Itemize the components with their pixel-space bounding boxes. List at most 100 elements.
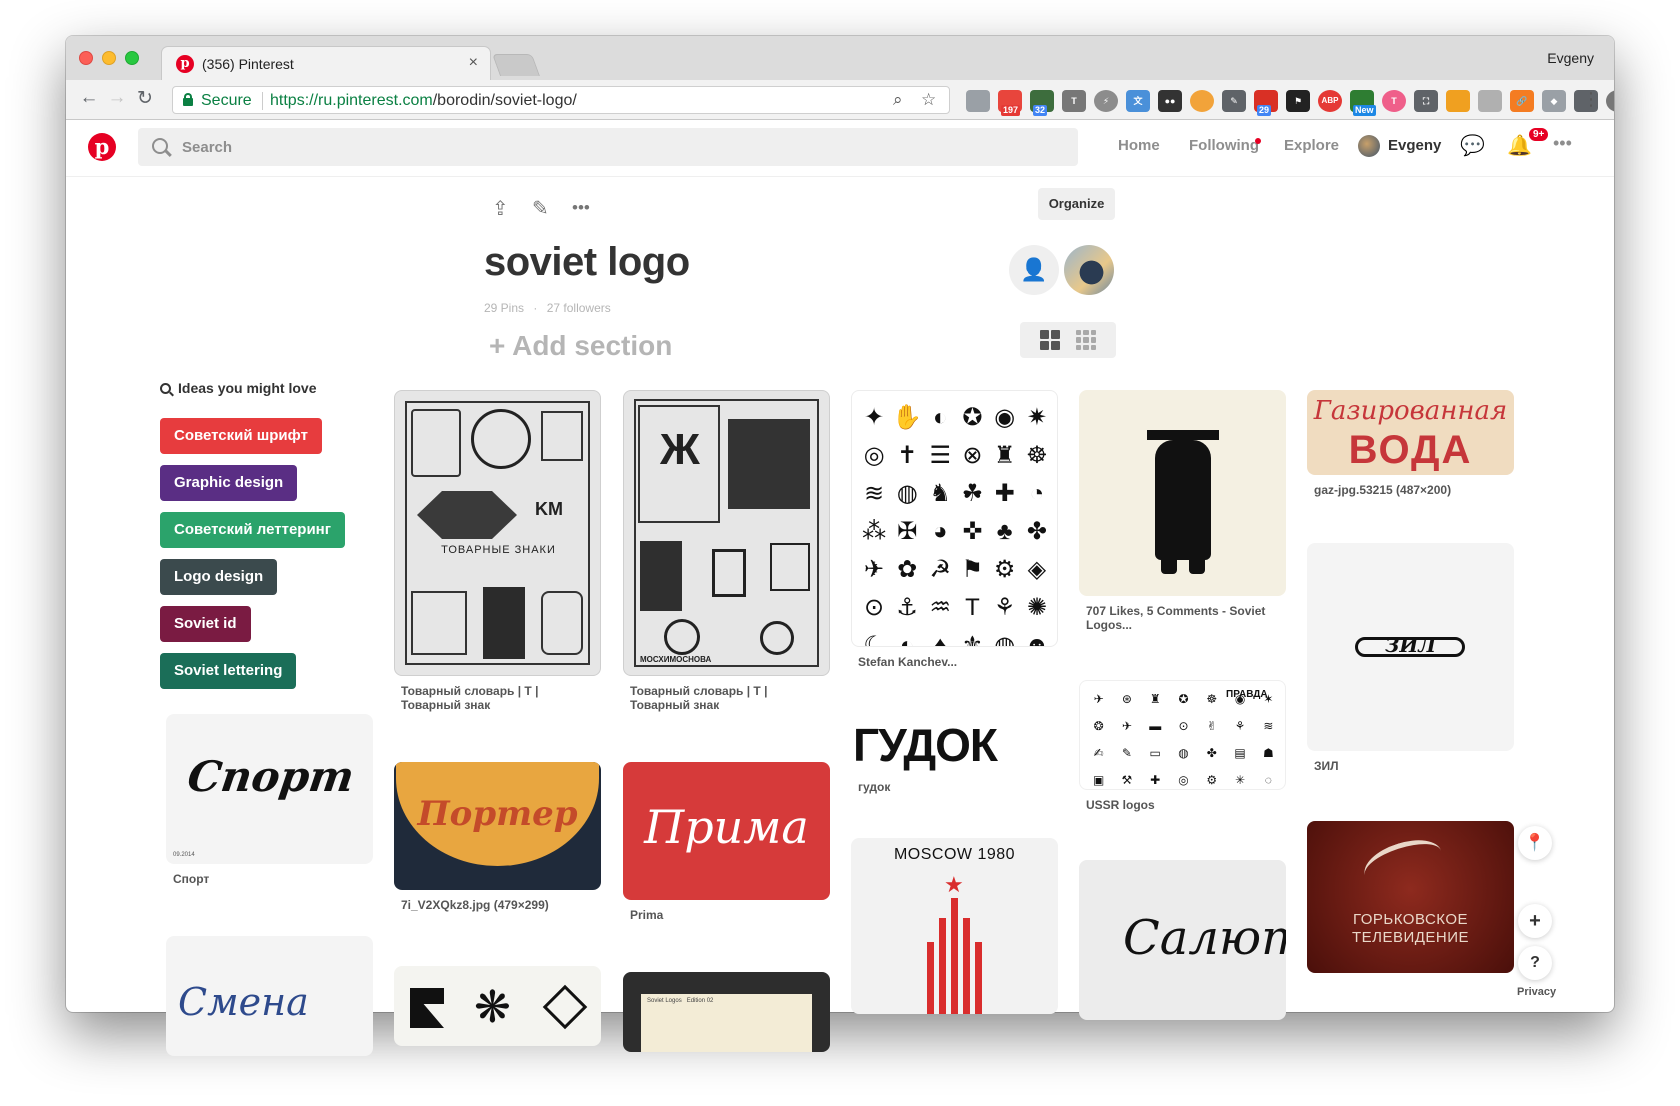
pin-soviet-logos-edition[interactable]: Soviet Logos Edition 02 bbox=[623, 972, 830, 1052]
new-tab-button[interactable] bbox=[491, 54, 541, 76]
add-collaborator-icon[interactable]: 👤 bbox=[1009, 245, 1059, 295]
pin-bear[interactable]: 707 Likes, 5 Comments - Soviet Logos... bbox=[1079, 390, 1286, 632]
tab-pinterest[interactable]: p (356) Pinterest × bbox=[161, 46, 491, 80]
pin-image[interactable]: Портер bbox=[394, 762, 601, 890]
idea-chip-sovetsky-lettering[interactable]: Советский леттеринг bbox=[160, 512, 345, 548]
share-icon[interactable]: ⇪ bbox=[492, 196, 509, 221]
minimize-window-button[interactable] bbox=[102, 51, 116, 65]
pin-art-mark bbox=[664, 619, 700, 655]
maximize-window-button[interactable] bbox=[125, 51, 139, 65]
extension-link-icon[interactable]: 🔗 bbox=[1510, 90, 1534, 112]
board-owner-avatar[interactable] bbox=[1064, 245, 1114, 295]
pin-image[interactable]: Прима bbox=[623, 762, 830, 900]
privacy-link[interactable]: Privacy bbox=[1517, 986, 1556, 998]
nav-explore[interactable]: Explore bbox=[1284, 137, 1339, 154]
pin-gorky-tv[interactable]: ГОРЬКОВСКОЕ ТЕЛЕВИДЕНИЕ bbox=[1307, 821, 1514, 973]
pin-image[interactable]: ✦ ✋ ◐ ✪ ◉ ✷ ◎ ✝ ☰ ⊗ ♜ ☸ ≋ ◍ ♞ ☘ ✚ ◔ ⁂ ✠ ◕ ✜ ♣ ✤ ✈ ✿ ☭ ⚑ ⚙ ◈ ⊙ ⚓ ♒ T ⚘… bbox=[851, 390, 1058, 647]
extension-translate-icon[interactable]: 文 bbox=[1126, 90, 1150, 112]
extension-grid-icon[interactable] bbox=[966, 90, 990, 112]
pin-image[interactable]: Газированная ВОДА bbox=[1307, 390, 1514, 475]
extension-new-icon[interactable]: New bbox=[1350, 90, 1376, 116]
pin-image[interactable]: Смена bbox=[166, 936, 373, 1056]
extension-text-icon[interactable]: T bbox=[1062, 90, 1086, 112]
extension-dropbox-icon[interactable]: ◆ bbox=[1542, 90, 1566, 112]
grid-large-icon[interactable] bbox=[1040, 330, 1060, 350]
idea-chip-logo-design[interactable]: Logo design bbox=[160, 559, 278, 595]
close-window-button[interactable] bbox=[79, 51, 93, 65]
board-more-icon[interactable]: ••• bbox=[572, 198, 590, 218]
idea-chip-sovetsky-shrift[interactable]: Советский шрифт bbox=[160, 418, 322, 454]
extension-doc-icon[interactable] bbox=[1478, 90, 1502, 112]
pin-image[interactable]: ❋ bbox=[394, 966, 601, 1046]
pin-stefan[interactable]: ✦ ✋ ◐ ✪ ◉ ✷ ◎ ✝ ☰ ⊗ ♜ ☸ ≋ ◍ ♞ ☘ ✚ ◔ ⁂ ✠ ◕ ✜ ♣ ✤ ✈ ✿ ☭ ⚑ ⚙ ◈ ⊙ ⚓ ♒ T ⚘… bbox=[851, 390, 1058, 669]
search-input[interactable] bbox=[182, 136, 782, 158]
add-icon[interactable]: + bbox=[1518, 904, 1552, 938]
pin-gaz-voda[interactable]: Газированная ВОДА gaz-jpg.53215 (487×200… bbox=[1307, 390, 1514, 497]
pin-porter[interactable]: Портер 7i_V2XQkz8.jpg (479×299) bbox=[394, 762, 601, 912]
idea-chip-soviet-lettering[interactable]: Soviet lettering bbox=[160, 653, 297, 689]
bookmark-star-icon[interactable]: ☆ bbox=[921, 90, 936, 110]
pin-image[interactable]: Спорт 09.2014 bbox=[166, 714, 373, 864]
pin-smena[interactable]: Смена bbox=[166, 936, 373, 1056]
extension-person-icon[interactable]: 29 bbox=[1254, 90, 1278, 116]
pin-image[interactable]: ЗИЛ bbox=[1307, 543, 1514, 751]
adblock-icon[interactable]: ABP bbox=[1318, 90, 1342, 112]
add-section-button[interactable]: + Add section bbox=[489, 330, 672, 362]
pin-image[interactable]: Салют bbox=[1079, 860, 1286, 1020]
nav-home[interactable]: Home bbox=[1118, 137, 1160, 154]
pin-image[interactable]: MOSCOW 1980 ★ bbox=[851, 838, 1058, 1014]
location-pin-icon[interactable]: 📍 bbox=[1518, 826, 1552, 860]
pin-prima[interactable]: Прима Prima bbox=[623, 762, 830, 922]
extension-screenshot-icon[interactable]: ⛶ bbox=[1414, 90, 1438, 112]
idea-chip-graphic-design[interactable]: Graphic design bbox=[160, 465, 298, 501]
extension-t-icon[interactable]: T bbox=[1382, 90, 1406, 112]
more-icon[interactable]: ••• bbox=[1553, 133, 1572, 154]
browser-menu-icon[interactable]: ⋮ bbox=[1582, 89, 1600, 110]
reload-icon[interactable]: ↻ bbox=[132, 87, 158, 110]
extension-bolt-icon[interactable]: ⚡ bbox=[1094, 90, 1118, 112]
pinterest-logo-icon[interactable]: p bbox=[88, 133, 116, 161]
extension-circle-icon[interactable] bbox=[1190, 90, 1214, 112]
extension-gear-icon[interactable]: ⚙ bbox=[1606, 90, 1614, 112]
nav-following[interactable]: Following bbox=[1189, 137, 1259, 154]
browser-profile-name[interactable]: Evgeny bbox=[1547, 50, 1594, 66]
edit-pencil-icon[interactable]: ✎ bbox=[532, 196, 549, 221]
pin-tovar-2[interactable]: Ж МОСХИМОСНОВА Товарный словарь | Т | То… bbox=[623, 390, 830, 712]
pin-sport[interactable]: Спорт 09.2014 Спорт bbox=[166, 714, 373, 886]
user-avatar[interactable] bbox=[1358, 135, 1380, 157]
idea-chip-soviet-id[interactable]: Soviet id bbox=[160, 606, 251, 642]
notifications-bell-icon[interactable]: 🔔 bbox=[1507, 133, 1532, 158]
pin-tovar-1[interactable]: KM ТОВАРНЫЕ ЗНАКИ Товарный словарь | Т |… bbox=[394, 390, 601, 712]
back-icon[interactable]: ← bbox=[76, 87, 102, 109]
extension-flag-icon[interactable]: ⚑ bbox=[1286, 90, 1310, 112]
extension-photo-icon[interactable]: 32 bbox=[1030, 90, 1054, 116]
extension-pin-icon[interactable] bbox=[1446, 90, 1470, 112]
zoom-icon[interactable]: ⌕ bbox=[893, 90, 903, 110]
messages-icon[interactable]: 💬 bbox=[1460, 133, 1485, 158]
extension-glasses-icon[interactable]: ●● bbox=[1158, 90, 1182, 112]
pin-salut[interactable]: Салют bbox=[1079, 860, 1286, 1020]
pin-image[interactable]: KM ТОВАРНЫЕ ЗНАКИ bbox=[394, 390, 601, 676]
pin-image[interactable]: Soviet Logos Edition 02 bbox=[623, 972, 830, 1052]
url-text[interactable]: https://ru.pinterest.com/borodin/soviet-… bbox=[270, 92, 577, 110]
forward-icon[interactable]: → bbox=[104, 87, 130, 109]
pin-image[interactable] bbox=[1079, 390, 1286, 596]
pin-ussr-logos[interactable]: ✈ ⊛ ♜ ✪ ☸ ◉ ✶ ❂ ✈ ▬ ⊙ ✌ ⚘ ≋ ✍ ✎ ▭ ◍ ✤ ▤ ☗ ▣ ⚒ ✚ ◎ ⚙ ✳ ◌ ПРАВДА U… bbox=[1079, 680, 1286, 812]
pin-gudok[interactable]: ГУДОК гудок bbox=[851, 716, 1058, 794]
pin-image[interactable]: Ж МОСХИМОСНОВА bbox=[623, 390, 830, 676]
user-name[interactable]: Evgeny bbox=[1388, 137, 1441, 154]
grid-small-icon[interactable] bbox=[1076, 330, 1096, 350]
organize-button[interactable]: Organize bbox=[1038, 188, 1115, 220]
pin-moscow-1980[interactable]: MOSCOW 1980 ★ bbox=[851, 838, 1058, 1014]
pin-image[interactable]: ГУДОК bbox=[851, 716, 1058, 772]
pin-geometric[interactable]: ❋ bbox=[394, 966, 601, 1046]
pin-image[interactable]: ГОРЬКОВСКОЕ ТЕЛЕВИДЕНИЕ bbox=[1307, 821, 1514, 973]
address-bar[interactable]: Secure https://ru.pinterest.com/borodin/… bbox=[172, 86, 950, 114]
pin-image[interactable]: ✈ ⊛ ♜ ✪ ☸ ◉ ✶ ❂ ✈ ▬ ⊙ ✌ ⚘ ≋ ✍ ✎ ▭ ◍ ✤ ▤ ☗ ▣ ⚒ ✚ ◎ ⚙ ✳ ◌ ПРАВДА bbox=[1079, 680, 1286, 790]
close-icon[interactable]: × bbox=[469, 54, 478, 72]
search-bar[interactable] bbox=[138, 128, 1078, 166]
help-button[interactable]: ? bbox=[1518, 946, 1552, 980]
extension-calendar-icon[interactable]: 197 bbox=[998, 90, 1022, 116]
pin-zil[interactable]: ЗИЛ ЗИЛ bbox=[1307, 543, 1514, 773]
extension-pen-icon[interactable]: ✎ bbox=[1222, 90, 1246, 112]
